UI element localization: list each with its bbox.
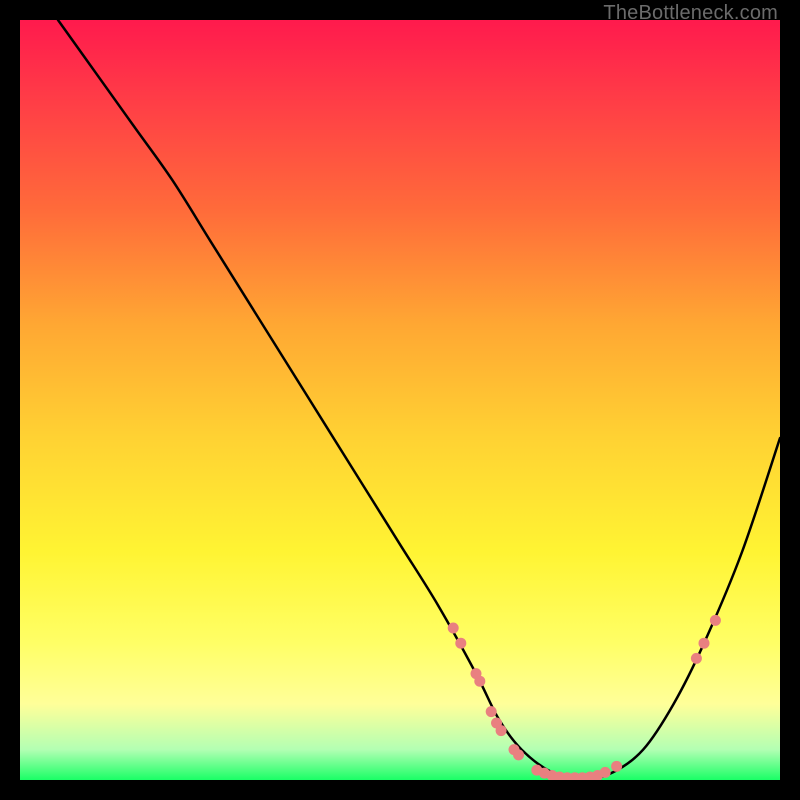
bottleneck-curve	[58, 20, 780, 780]
data-marker	[710, 615, 721, 626]
data-marker	[448, 623, 459, 634]
data-marker	[513, 749, 524, 760]
chart-plot-area	[20, 20, 780, 780]
data-marker	[486, 706, 497, 717]
data-marker	[455, 638, 466, 649]
data-marker	[691, 653, 702, 664]
data-marker	[496, 725, 507, 736]
data-marker	[611, 761, 622, 772]
chart-svg	[20, 20, 780, 780]
data-marker	[474, 676, 485, 687]
data-marker	[699, 638, 710, 649]
attribution-text: TheBottleneck.com	[603, 2, 778, 25]
data-marker	[600, 767, 611, 778]
